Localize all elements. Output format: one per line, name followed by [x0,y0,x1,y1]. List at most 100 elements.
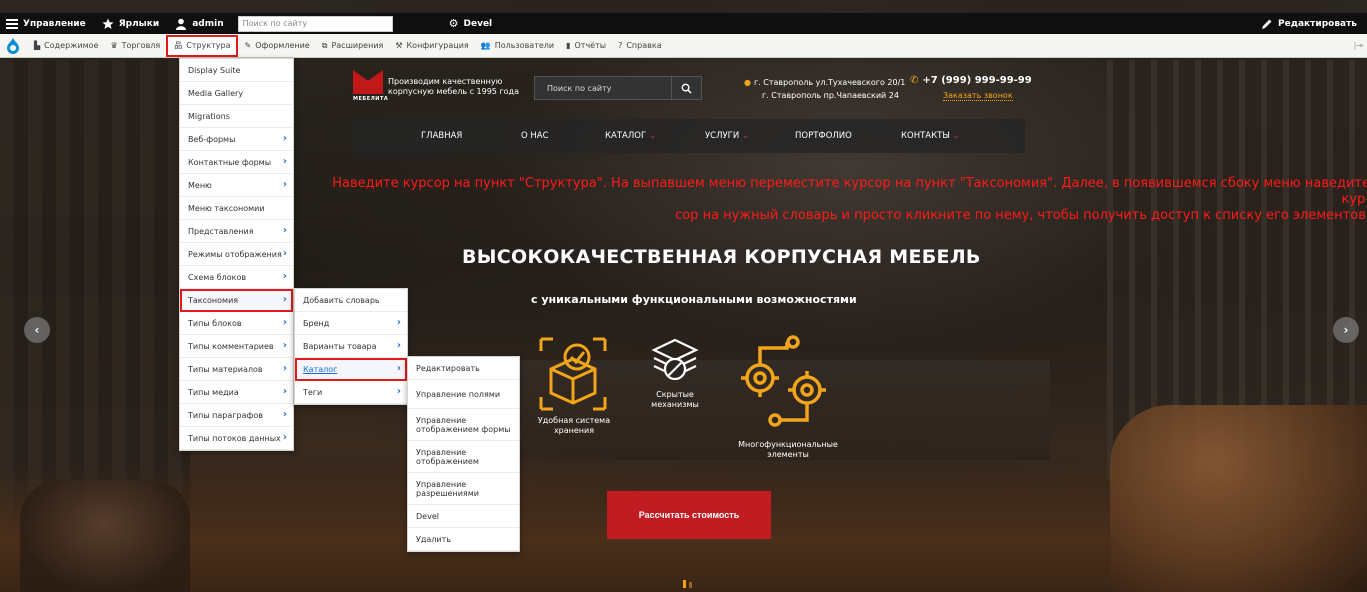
chevron-down-icon: ⌄ [952,131,960,140]
structure-menu-item[interactable]: Типы медиа › [180,381,293,404]
taxonomy-menu-label: Варианты товара [303,341,377,351]
nav-home[interactable]: ГЛАВНАЯ [421,131,462,141]
sitemap-icon: 品 [174,41,183,50]
chevron-down-icon: ⌄ [742,131,749,140]
calculate-cost-button[interactable]: Рассчитать стоимость [607,491,771,539]
site-logo[interactable]: МЕБЕЛИТА [353,70,388,104]
address-1: г. Ставрополь ул.Тухачевского 20/1 [753,78,906,87]
menu-item-taxonomy[interactable]: Таксономия › [180,289,293,312]
tray-people[interactable]: 👥 Пользователи [475,34,560,58]
catalog-menu-item[interactable]: Управление отображением [408,441,519,473]
nav-about[interactable]: О НАС [521,131,549,141]
toolbar-user[interactable]: admin [169,13,233,34]
pencil-icon [1262,19,1272,29]
catalog-menu-item[interactable]: Управление отображением формы [408,409,519,441]
slider-dot[interactable] [689,582,692,588]
toolbar-edit[interactable]: Редактировать [1255,13,1367,34]
structure-menu-item[interactable]: Схема блоков › [180,266,293,289]
toolbar-devel[interactable]: ⚙ Devel [443,13,503,34]
catalog-menu-item[interactable]: Управление разрешениями [408,473,519,505]
tray-collapse-icon[interactable]: |⇥ [1354,41,1367,50]
addresses: ● г. Ставрополь ул.Тухачевского 20/1 г. С… [744,76,905,102]
nav-contacts[interactable]: КОНТАКТЫ ⌄ [901,131,960,141]
structure-menu-item[interactable]: Контактные формы › [180,151,293,174]
slider-prev-button[interactable]: ‹ [24,317,50,343]
structure-menu-item[interactable]: Типы потоков данных › [180,427,293,450]
chevron-right-icon: › [396,386,401,397]
chair-left [20,480,190,592]
tray-configuration[interactable]: ⚒ Конфигурация [389,34,474,58]
structure-menu-item[interactable]: Типы материалов › [180,358,293,381]
chevron-right-icon: › [282,386,287,397]
callback-link[interactable]: Заказать звонок [943,91,1013,101]
tray-structure[interactable]: 品 Структура [166,34,239,57]
toolbar-shortcuts[interactable]: Ярлыки [96,13,170,34]
structure-menu-item[interactable]: Меню › [180,174,293,197]
site-tagline: Производим качественную корпусную мебель… [388,77,519,96]
toolbar-manage[interactable]: Управление [0,13,96,34]
taxonomy-menu-label: Теги [303,387,323,397]
taxonomy-menu-item[interactable]: Добавить словарь [295,289,407,312]
menu-item-catalog[interactable]: Каталог › [295,358,407,381]
taxonomy-menu-item[interactable]: Варианты товара › [295,335,407,358]
feature-multifunctional: Многофункциональные элементы [738,440,838,459]
structure-menu-item[interactable]: Режимы отображения › [180,243,293,266]
tray-help[interactable]: ? Справка [612,34,668,58]
chevron-right-icon: › [282,317,287,328]
site-search[interactable]: Поиск по сайту [534,76,702,100]
tray-extend[interactable]: ⧉ Расширения [316,34,390,58]
structure-menu-item[interactable]: Типы параграфов › [180,404,293,427]
chevron-right-icon: › [1343,323,1349,337]
commerce-icon: ♛ [110,41,118,50]
structure-menu-item[interactable]: Веб-формы › [180,128,293,151]
site-search-input[interactable]: Поиск по сайту [535,84,671,93]
search-icon[interactable] [671,77,701,99]
chevron-right-icon: › [282,409,287,420]
instruction-line-1: Наведите курсор на пункт "Структура". На… [332,176,1367,207]
taxonomy-menu-label: Добавить словарь [303,295,380,305]
table-right [1110,405,1367,592]
phone-number[interactable]: ✆ +7 (999) 999-99-99 [910,75,1032,86]
main-nav: ГЛАВНАЯ О НАС КАТАЛОГ ⌄ УСЛУГИ ⌄ ПОРТФОЛИО… [353,119,1025,153]
phone-icon: ✆ [910,75,919,86]
catalog-menu-item[interactable]: Редактировать [408,357,519,380]
nav-catalog[interactable]: КАТАЛОГ ⌄ [605,131,656,141]
tray-reports[interactable]: ▮ Отчёты [560,34,612,58]
catalog-menu-item[interactable]: Удалить [408,528,519,551]
structure-menu-item[interactable]: Migrations [180,105,293,128]
instruction-text: Наведите курсор на пункт "Структура". На… [320,176,1367,224]
puzzle-icon: ⧉ [321,40,328,50]
structure-menu-item[interactable]: Меню таксономии [180,197,293,220]
feature-hidden-mechanisms: Скрытые механизмы [651,390,699,409]
toolbar-devel-label: Devel [463,18,493,29]
taxonomy-menu-item[interactable]: Теги › [295,381,407,404]
bar-chart-icon: ▮ [566,41,571,50]
catalog-menu-item[interactable]: Управление полями [408,380,519,409]
tray-commerce[interactable]: ♛ Торговля [104,34,166,58]
nav-services[interactable]: УСЛУГИ ⌄ [705,131,749,141]
admin-tray: ▙ Содержимое ♛ Торговля 品 Структура ✎ Оформл… [0,34,1367,58]
chevron-right-icon: › [282,340,287,351]
user-icon [176,18,187,30]
toolbar-search-input[interactable]: Поиск по сайту [237,15,393,32]
structure-menu-item[interactable]: Типы блоков › [180,312,293,335]
structure-menu-item[interactable]: Представления › [180,220,293,243]
location-pin-icon: ● [744,78,751,87]
toolbar-edit-label: Редактировать [1278,18,1357,29]
chevron-right-icon: › [282,248,287,259]
brush-icon: ✎ [244,41,252,50]
taxonomy-menu-item[interactable]: Бренд › [295,312,407,335]
slider-next-button[interactable]: › [1333,317,1359,343]
slider-dot-active[interactable] [683,580,686,588]
address-2: г. Ставрополь пр.Чапаевский 24 [762,91,899,100]
tray-appearance[interactable]: ✎ Оформление [238,34,315,58]
drupal-logo-icon[interactable] [6,37,20,54]
nav-portfolio[interactable]: ПОРТФОЛИО [795,131,852,141]
structure-menu-item[interactable]: Display Suite [180,59,293,82]
structure-menu-item[interactable]: Типы комментариев › [180,335,293,358]
structure-menu-item[interactable]: Media Gallery [180,82,293,105]
catalog-menu-item[interactable]: Devel [408,505,519,528]
taxonomy-submenu: Добавить словарь Бренд › Варианты товара › Ка… [294,288,408,405]
toolbar-manage-label: Управление [23,18,86,29]
tray-content[interactable]: ▙ Содержимое [28,34,104,58]
